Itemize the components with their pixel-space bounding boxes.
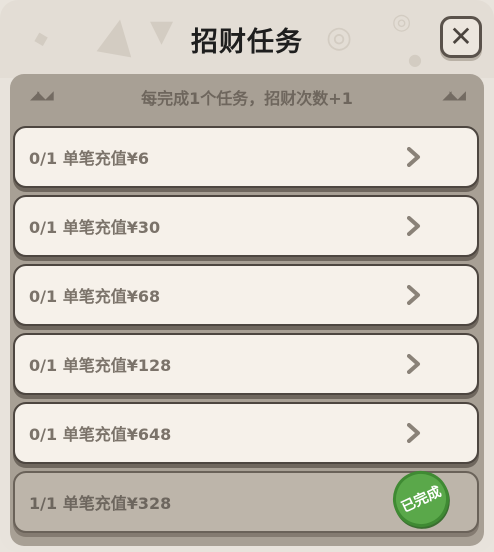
task-row[interactable]: 0/1 单笔充值¥68 [13, 264, 479, 326]
chevron-right-icon[interactable] [401, 142, 427, 172]
panel-header: ◆ ▲ ▼ ◎ ◎ ● 招财任务 ✕ [0, 0, 494, 78]
task-progress-label: 0/1 单笔充值¥6 [29, 149, 149, 168]
chevron-right-icon[interactable] [401, 211, 427, 241]
reward-banner: ◢◣◢ 每完成1个任务，招财次数+1 ◢◣◢ [10, 74, 484, 120]
chevron-right-icon[interactable] [401, 349, 427, 379]
task-progress-label: 0/1 单笔充值¥648 [29, 425, 172, 444]
close-button[interactable]: ✕ [440, 16, 482, 58]
completed-stamp-badge: 已完成 [383, 461, 459, 537]
banner-decor-right-icon: ◢◣◢ [442, 88, 466, 102]
task-row[interactable]: 0/1 单笔充值¥648 [13, 402, 479, 464]
banner-text: 每完成1个任务，招财次数+1 [141, 89, 353, 108]
banner-decor-left-icon: ◢◣◢ [30, 88, 54, 102]
task-row[interactable]: 0/1 单笔充值¥30 [13, 195, 479, 257]
task-row-completed: 1/1 单笔充值¥328 已完成 [13, 461, 479, 537]
task-panel: ◆ ▲ ▼ ◎ ◎ ● 招财任务 ✕ ◢◣◢ 每完成1个任务，招财次数+1 ◢◣… [0, 0, 494, 552]
task-progress-label: 0/1 单笔充值¥68 [29, 287, 161, 306]
close-icon: ✕ [449, 20, 473, 53]
task-progress-label: 0/1 单笔充值¥30 [29, 218, 161, 237]
chevron-right-icon[interactable] [401, 280, 427, 310]
task-progress-label: 1/1 单笔充值¥328 [29, 494, 172, 513]
task-progress-label: 0/1 单笔充值¥128 [29, 356, 172, 375]
task-row[interactable]: 0/1 单笔充值¥6 [13, 126, 479, 188]
task-list-container: ◢◣◢ 每完成1个任务，招财次数+1 ◢◣◢ 0/1 单笔充值¥6 0/1 单笔… [10, 74, 484, 546]
task-row[interactable]: 0/1 单笔充值¥128 [13, 333, 479, 395]
page-title: 招财任务 [191, 27, 303, 58]
chevron-right-icon[interactable] [401, 418, 427, 448]
